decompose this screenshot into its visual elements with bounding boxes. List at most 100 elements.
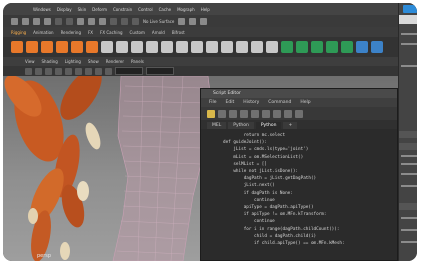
- pole-vector-icon[interactable]: [356, 41, 368, 53]
- clear-all-icon[interactable]: [251, 109, 259, 118]
- panel-menu-shading[interactable]: Shading: [42, 59, 58, 64]
- tab-rendering[interactable]: Rendering: [61, 30, 81, 35]
- orient-constraint-icon[interactable]: [311, 41, 323, 53]
- menu-deform[interactable]: Deform: [92, 7, 107, 12]
- gamma-field[interactable]: 1.00: [146, 67, 174, 84]
- undo-icon[interactable]: [55, 17, 62, 25]
- cluster-icon[interactable]: [101, 41, 113, 53]
- insert-joint-icon[interactable]: [26, 41, 38, 53]
- grid-icon[interactable]: [35, 67, 42, 75]
- menu-help[interactable]: Help: [201, 7, 210, 12]
- render-settings-icon[interactable]: [200, 17, 208, 25]
- snap-grid-icon[interactable]: [110, 17, 117, 25]
- lights-icon[interactable]: [75, 67, 82, 75]
- ik-handle-icon[interactable]: [41, 41, 53, 53]
- attribute-row[interactable]: [401, 163, 417, 165]
- script-editor-titlebar[interactable]: Script Editor: [201, 89, 397, 98]
- attribute-row[interactable]: [401, 229, 417, 231]
- point-constraint-icon[interactable]: [296, 41, 308, 53]
- redo-icon[interactable]: [66, 17, 73, 25]
- menu-display[interactable]: Display: [57, 7, 72, 12]
- history-icon[interactable]: [251, 41, 263, 53]
- aim-constraint-icon[interactable]: [341, 41, 353, 53]
- open-script-icon[interactable]: [207, 109, 215, 118]
- attribute-section-header[interactable]: [399, 131, 417, 138]
- echo-commands-icon[interactable]: [262, 109, 270, 118]
- tab-fx[interactable]: FX: [88, 30, 93, 35]
- execute-all-icon[interactable]: [284, 109, 292, 118]
- menu-skin[interactable]: Skin: [78, 7, 87, 12]
- camera-icon[interactable]: [25, 67, 32, 75]
- panel-menu-show[interactable]: Show: [88, 59, 99, 64]
- tab-fx-caching[interactable]: FX Caching: [100, 30, 122, 35]
- tab-mel[interactable]: MEL: [207, 122, 227, 129]
- ipr-render-icon[interactable]: [189, 17, 197, 25]
- attribute-row[interactable]: [401, 65, 417, 67]
- lattice-icon[interactable]: [116, 41, 128, 53]
- menu-windows[interactable]: Windows: [33, 7, 51, 12]
- se-menu-file[interactable]: File: [209, 100, 217, 105]
- clear-history-icon[interactable]: [229, 109, 237, 118]
- save-scene-icon[interactable]: [44, 17, 51, 25]
- snap-point-icon[interactable]: [132, 17, 139, 25]
- pivot-icon[interactable]: [266, 41, 278, 53]
- xray-icon[interactable]: [95, 67, 102, 75]
- joint-tool-icon[interactable]: [11, 41, 23, 53]
- open-scene-icon[interactable]: [33, 17, 40, 25]
- freeze-icon[interactable]: [221, 41, 233, 53]
- paint-weights-icon[interactable]: [86, 41, 98, 53]
- render-icon[interactable]: [178, 17, 186, 25]
- save-script-icon[interactable]: [218, 109, 226, 118]
- snap-curve-icon[interactable]: [121, 17, 128, 25]
- se-menu-command[interactable]: Command: [268, 100, 291, 105]
- tab-python[interactable]: Python: [228, 122, 254, 129]
- parent-icon[interactable]: [206, 41, 218, 53]
- attribute-row[interactable]: [401, 185, 417, 187]
- code-editor[interactable]: return mc.select def guideJoint(): jList…: [201, 129, 397, 247]
- tab-add[interactable]: +: [283, 122, 298, 129]
- attribute-tab[interactable]: [399, 15, 417, 24]
- select-hierarchy-icon[interactable]: [77, 17, 84, 25]
- se-menu-help[interactable]: Help: [300, 100, 310, 105]
- tab-animation[interactable]: Animation: [33, 30, 53, 35]
- tab-rigging[interactable]: Rigging: [11, 30, 26, 35]
- blendshape-icon[interactable]: [131, 41, 143, 53]
- panel-menu-renderer[interactable]: Renderer: [106, 59, 124, 64]
- attribute-section-header[interactable]: [399, 203, 417, 210]
- tab-arnold[interactable]: Arnold: [152, 30, 165, 35]
- scale-constraint-icon[interactable]: [326, 41, 338, 53]
- bind-skin-icon[interactable]: [71, 41, 83, 53]
- se-menu-history[interactable]: History: [243, 100, 259, 105]
- menu-mograph[interactable]: Mograph: [177, 7, 195, 12]
- new-scene-icon[interactable]: [22, 17, 29, 25]
- group-icon[interactable]: [191, 41, 203, 53]
- textured-icon[interactable]: [65, 67, 72, 75]
- select-component-icon[interactable]: [99, 17, 106, 25]
- set-driven-key-icon[interactable]: [371, 41, 383, 53]
- menu-cache[interactable]: Cache: [159, 7, 171, 12]
- execute-icon[interactable]: [295, 109, 303, 118]
- curve-icon[interactable]: [161, 41, 173, 53]
- attribute-row[interactable]: [401, 241, 417, 243]
- reset-icon[interactable]: [236, 41, 248, 53]
- attribute-row[interactable]: [401, 217, 417, 219]
- tab-python-2[interactable]: Python: [255, 122, 282, 129]
- attribute-section-header[interactable]: [399, 143, 417, 150]
- attribute-row[interactable]: [401, 43, 417, 45]
- exposure-field[interactable]: 0.00: [115, 67, 143, 84]
- panel-menu-view[interactable]: View: [25, 59, 35, 64]
- select-object-icon[interactable]: [88, 17, 95, 25]
- line-numbers-icon[interactable]: [273, 109, 281, 118]
- menu-control[interactable]: Control: [138, 7, 152, 12]
- wrap-icon[interactable]: [146, 41, 158, 53]
- menuset-icon[interactable]: [11, 17, 18, 25]
- menu-constrain[interactable]: Constrain: [113, 7, 132, 12]
- se-menu-edit[interactable]: Edit: [226, 100, 235, 105]
- isolate-icon[interactable]: [105, 67, 112, 75]
- attribute-row[interactable]: [401, 155, 417, 157]
- ik-spline-icon[interactable]: [56, 41, 68, 53]
- attribute-row[interactable]: [401, 33, 417, 35]
- tab-custom[interactable]: Custom: [130, 30, 145, 35]
- tab-bifrost[interactable]: Bifrost: [172, 30, 185, 35]
- clear-input-icon[interactable]: [240, 109, 248, 118]
